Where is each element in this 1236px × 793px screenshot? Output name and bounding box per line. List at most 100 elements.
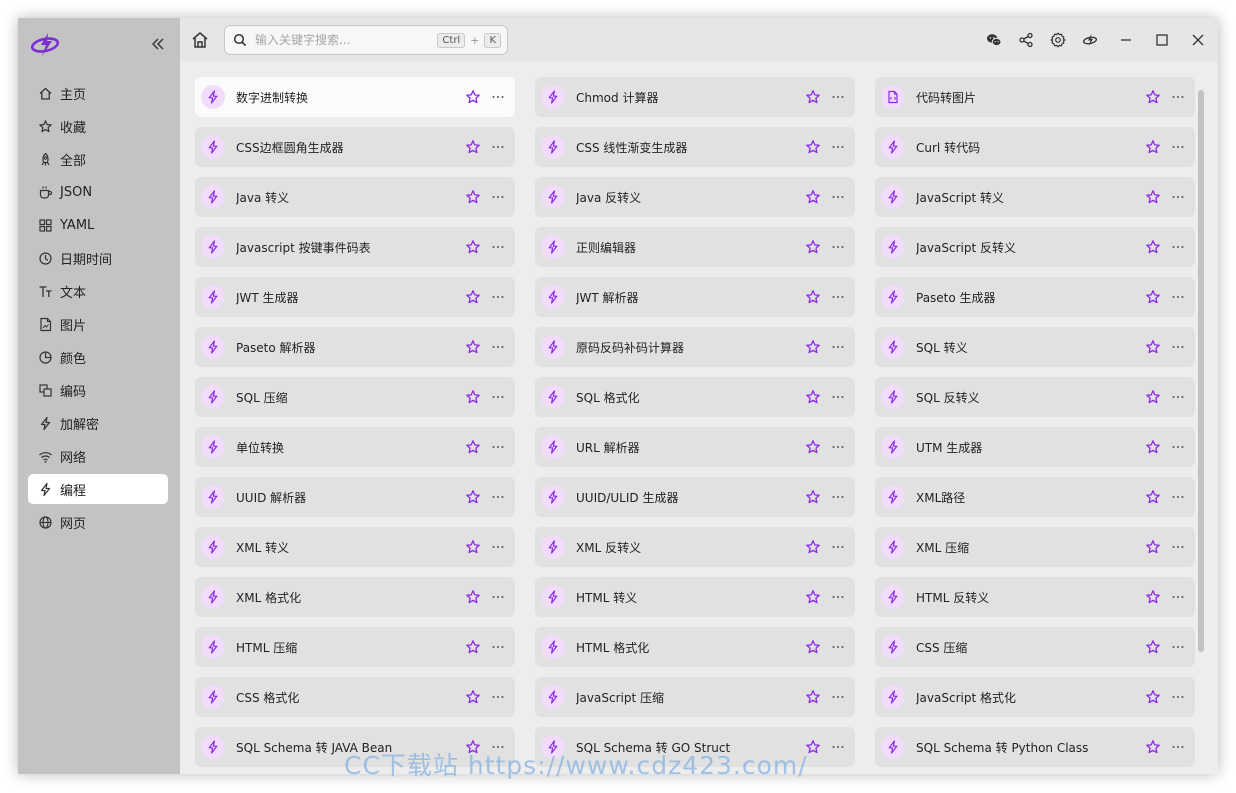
tool-card[interactable]: Java 转义 — [195, 177, 515, 217]
more-options-icon[interactable] — [831, 140, 845, 154]
tool-card[interactable]: SQL 格式化 — [535, 377, 855, 417]
favorite-star-icon[interactable] — [1145, 339, 1161, 355]
tool-card[interactable]: 正则编辑器 — [535, 227, 855, 267]
tool-card[interactable]: UTM 生成器 — [875, 427, 1195, 467]
tool-card[interactable]: Javascript 按键事件码表 — [195, 227, 515, 267]
more-options-icon[interactable] — [491, 340, 505, 354]
share-button[interactable] — [1016, 30, 1036, 50]
tool-card[interactable]: JavaScript 压缩 — [535, 677, 855, 717]
favorite-star-icon[interactable] — [1145, 289, 1161, 305]
tool-card[interactable]: UUID 解析器 — [195, 477, 515, 517]
more-options-icon[interactable] — [1171, 490, 1185, 504]
favorite-star-icon[interactable] — [805, 439, 821, 455]
more-options-icon[interactable] — [491, 590, 505, 604]
tool-card[interactable]: 原码反码补码计算器 — [535, 327, 855, 367]
sidebar-item[interactable]: JSON — [28, 177, 168, 207]
tool-card[interactable]: Paseto 生成器 — [875, 277, 1195, 317]
tool-card[interactable]: CSS 压缩 — [875, 627, 1195, 667]
favorite-star-icon[interactable] — [465, 289, 481, 305]
tool-card[interactable]: SQL 反转义 — [875, 377, 1195, 417]
sidebar-item[interactable]: 编码 — [28, 375, 168, 405]
tool-card[interactable]: XML 格式化 — [195, 577, 515, 617]
more-options-icon[interactable] — [1171, 440, 1185, 454]
tool-card[interactable]: HTML 压缩 — [195, 627, 515, 667]
more-options-icon[interactable] — [491, 640, 505, 654]
favorite-star-icon[interactable] — [1145, 689, 1161, 705]
more-options-icon[interactable] — [1171, 340, 1185, 354]
sidebar-item[interactable]: 网页 — [28, 507, 168, 537]
more-options-icon[interactable] — [831, 440, 845, 454]
tool-card[interactable]: XML 转义 — [195, 527, 515, 567]
more-options-icon[interactable] — [1171, 140, 1185, 154]
more-options-icon[interactable] — [831, 340, 845, 354]
more-options-icon[interactable] — [831, 490, 845, 504]
more-options-icon[interactable] — [1171, 590, 1185, 604]
tool-card[interactable]: SQL 转义 — [875, 327, 1195, 367]
favorite-star-icon[interactable] — [465, 239, 481, 255]
tool-card[interactable]: HTML 反转义 — [875, 577, 1195, 617]
favorite-star-icon[interactable] — [1145, 189, 1161, 205]
more-options-icon[interactable] — [491, 240, 505, 254]
tool-card[interactable]: XML 反转义 — [535, 527, 855, 567]
more-options-icon[interactable] — [491, 540, 505, 554]
tool-card[interactable]: XML路径 — [875, 477, 1195, 517]
favorite-star-icon[interactable] — [465, 639, 481, 655]
tool-card[interactable]: XML 压缩 — [875, 527, 1195, 567]
more-options-icon[interactable] — [491, 440, 505, 454]
wechat-button[interactable] — [984, 30, 1004, 50]
tool-card[interactable]: CSS 线性渐变生成器 — [535, 127, 855, 167]
more-options-icon[interactable] — [491, 90, 505, 104]
favorite-star-icon[interactable] — [465, 689, 481, 705]
home-icon[interactable] — [190, 30, 210, 50]
tool-card[interactable]: URL 解析器 — [535, 427, 855, 467]
sidebar-item[interactable]: 加解密 — [28, 408, 168, 438]
tool-card[interactable]: HTML 转义 — [535, 577, 855, 617]
tool-card[interactable]: Chmod 计算器 — [535, 77, 855, 117]
search-box[interactable]: Ctrl + K — [224, 25, 508, 55]
more-options-icon[interactable] — [831, 240, 845, 254]
tool-card[interactable]: Paseto 解析器 — [195, 327, 515, 367]
favorite-star-icon[interactable] — [805, 239, 821, 255]
favorite-star-icon[interactable] — [805, 89, 821, 105]
favorite-star-icon[interactable] — [1145, 489, 1161, 505]
favorite-star-icon[interactable] — [465, 589, 481, 605]
favorite-star-icon[interactable] — [805, 339, 821, 355]
sidebar-item[interactable]: 主页 — [28, 78, 168, 108]
favorite-star-icon[interactable] — [1145, 639, 1161, 655]
tool-card[interactable]: JavaScript 格式化 — [875, 677, 1195, 717]
tool-card[interactable]: JavaScript 反转义 — [875, 227, 1195, 267]
favorite-star-icon[interactable] — [805, 689, 821, 705]
sidebar-item[interactable]: 网络 — [28, 441, 168, 471]
sidebar-item[interactable]: 全部 — [28, 144, 168, 174]
settings-button[interactable] — [1048, 30, 1068, 50]
favorite-star-icon[interactable] — [805, 139, 821, 155]
favorite-star-icon[interactable] — [465, 389, 481, 405]
favorite-star-icon[interactable] — [1145, 739, 1161, 755]
brand-button[interactable] — [1080, 30, 1100, 50]
favorite-star-icon[interactable] — [1145, 539, 1161, 555]
more-options-icon[interactable] — [1171, 190, 1185, 204]
more-options-icon[interactable] — [831, 690, 845, 704]
search-input[interactable] — [255, 33, 438, 47]
tool-card[interactable]: 数字进制转换 — [195, 77, 515, 117]
favorite-star-icon[interactable] — [1145, 239, 1161, 255]
more-options-icon[interactable] — [831, 740, 845, 754]
tool-card[interactable]: UUID/ULID 生成器 — [535, 477, 855, 517]
more-options-icon[interactable] — [1171, 640, 1185, 654]
tool-card[interactable]: SQL Schema 转 Python Class — [875, 727, 1195, 767]
tool-card[interactable]: CSS 格式化 — [195, 677, 515, 717]
more-options-icon[interactable] — [491, 190, 505, 204]
favorite-star-icon[interactable] — [805, 289, 821, 305]
sidebar-item[interactable]: 编程 — [28, 474, 168, 504]
more-options-icon[interactable] — [831, 290, 845, 304]
favorite-star-icon[interactable] — [805, 539, 821, 555]
tool-card[interactable]: 单位转换 — [195, 427, 515, 467]
collapse-sidebar-button[interactable] — [148, 32, 168, 56]
sidebar-item[interactable]: YAML — [28, 210, 168, 240]
favorite-star-icon[interactable] — [465, 439, 481, 455]
tool-card[interactable]: Curl 转代码 — [875, 127, 1195, 167]
tool-card[interactable]: CSS边框圆角生成器 — [195, 127, 515, 167]
sidebar-item[interactable]: 颜色 — [28, 342, 168, 372]
more-options-icon[interactable] — [1171, 740, 1185, 754]
sidebar-item[interactable]: 文本 — [28, 276, 168, 306]
